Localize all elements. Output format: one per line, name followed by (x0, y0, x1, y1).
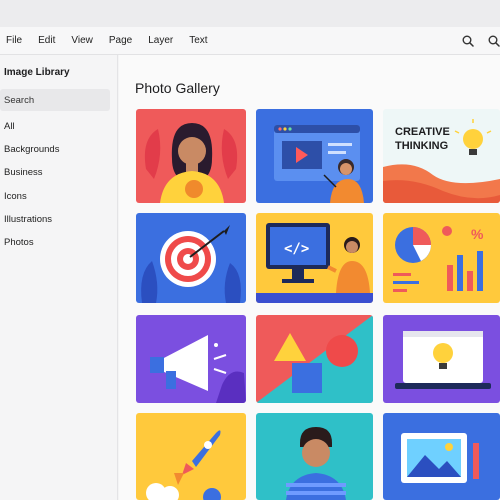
menu-page[interactable]: Page (109, 35, 132, 46)
gallery-tile-shapes[interactable] (256, 315, 373, 403)
gallery-tile-target[interactable] (136, 213, 246, 303)
menu-layer[interactable]: Layer (148, 35, 173, 46)
thinking-text: THINKING (395, 140, 448, 152)
woman-portrait-illustration (136, 109, 246, 203)
photo-gallery: Photo Gallery CREATIVE THINKING </> % (119, 55, 500, 500)
creative-thinking-illustration: CREATIVE THINKING (383, 109, 500, 203)
category-business[interactable]: Business (4, 167, 59, 190)
coding-monitor-illustration: </> (256, 213, 373, 303)
menu-file[interactable]: File (6, 35, 22, 46)
shapes-illustration (256, 315, 373, 403)
category-illustrations[interactable]: Illustrations (4, 214, 59, 237)
rocket-illustration (136, 413, 246, 500)
gallery-tile-man-portrait[interactable] (256, 413, 373, 500)
sidebar-title: Image Library (4, 67, 70, 78)
laptop-idea-illustration (383, 315, 500, 403)
category-photos[interactable]: Photos (4, 237, 59, 260)
image-library-sidebar: Image Library All Backgrounds Business I… (0, 55, 118, 500)
gallery-tile-laptop-idea[interactable] (383, 315, 500, 403)
gallery-tile-megaphone[interactable] (136, 315, 246, 403)
gallery-tile-video-presentation[interactable] (256, 109, 373, 203)
svg-text:%: % (471, 226, 484, 242)
creative-text: CREATIVE (395, 126, 450, 138)
gallery-tile-charts[interactable]: % (383, 213, 500, 303)
menu-edit[interactable]: Edit (38, 35, 55, 46)
window-top-strip (0, 0, 500, 27)
search-input[interactable] (0, 89, 110, 111)
search-icon[interactable] (462, 35, 474, 47)
menu-text[interactable]: Text (189, 35, 207, 46)
charts-illustration: % (383, 213, 500, 303)
category-list: All Backgrounds Business Icons Illustrat… (4, 121, 59, 260)
search-icon[interactable] (488, 35, 500, 47)
category-icons[interactable]: Icons (4, 191, 59, 214)
video-presentation-illustration (256, 109, 373, 203)
page-title: Photo Gallery (135, 80, 220, 96)
megaphone-illustration (136, 315, 246, 403)
category-backgrounds[interactable]: Backgrounds (4, 144, 59, 167)
gallery-tile-creative-thinking[interactable]: CREATIVE THINKING (383, 109, 500, 203)
man-portrait-illustration (256, 413, 373, 500)
target-illustration (136, 213, 246, 303)
image-frame-illustration (383, 413, 500, 500)
gallery-tile-rocket[interactable] (136, 413, 246, 500)
menu-bar: File Edit View Page Layer Text (0, 27, 500, 55)
category-all[interactable]: All (4, 121, 59, 144)
gallery-tile-woman-portrait[interactable] (136, 109, 246, 203)
menu-view[interactable]: View (71, 35, 93, 46)
gallery-tile-image-frame[interactable] (383, 413, 500, 500)
gallery-tile-coding-monitor[interactable]: </> (256, 213, 373, 303)
svg-text:</>: </> (284, 241, 309, 257)
